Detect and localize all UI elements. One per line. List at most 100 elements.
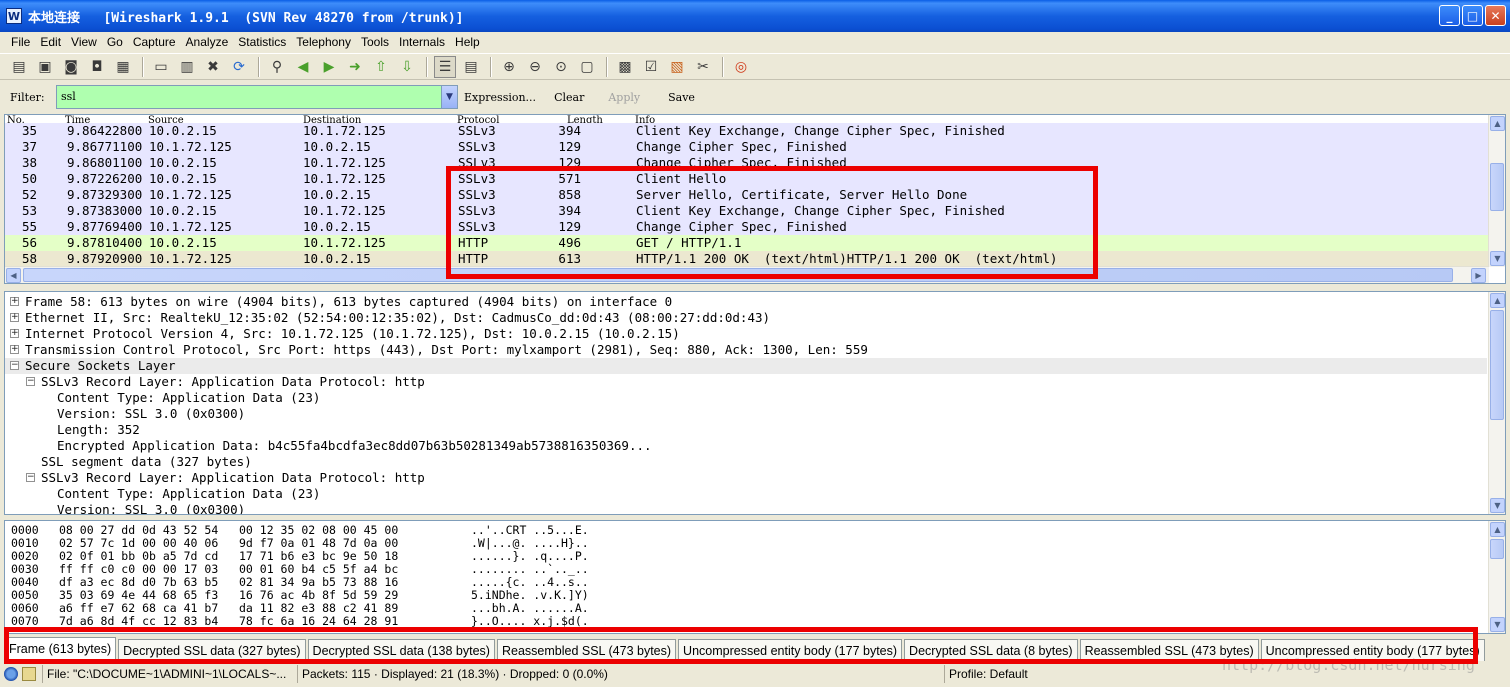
detail-row[interactable]: − SSLv3 Record Layer: Application Data Pr… (5, 374, 1487, 390)
resize-columns-icon[interactable]: ▢ (576, 56, 598, 78)
scroll-up-icon[interactable]: ▲ (1490, 116, 1505, 131)
menu-analyze[interactable]: Analyze (181, 35, 234, 49)
expand-icon[interactable]: + (10, 345, 19, 354)
tab-decrypted-ssl-138[interactable]: Decrypted SSL data (138 bytes) (307, 639, 495, 661)
find-packet-icon[interactable]: ⚲ (266, 56, 288, 78)
zoom-in-icon[interactable]: ⊕ (498, 56, 520, 78)
zoom-normal-icon[interactable]: ⊙ (550, 56, 572, 78)
apply-button[interactable]: Apply (608, 91, 640, 104)
filter-input[interactable]: ssl (56, 85, 442, 109)
menu-edit[interactable]: Edit (35, 35, 66, 49)
packet-row[interactable]: 56 9.87810400 10.0.2.15 10.1.72.125 HTTP 496 G… (5, 235, 1489, 251)
maximize-button[interactable]: □ (1462, 5, 1483, 26)
detail-row[interactable]: Encrypted Application Data: b4c55fa4bcdf… (5, 438, 1487, 454)
interfaces-icon[interactable]: ▤ (8, 56, 30, 78)
menu-telephony[interactable]: Telephony (291, 35, 356, 49)
expression-button[interactable]: Expression... (464, 91, 536, 104)
tab-uncompressed-entity-2[interactable]: Uncompressed entity body (177 bytes) (1260, 639, 1485, 661)
go-to-packet-icon[interactable]: ➜ (344, 56, 366, 78)
scroll-right-icon[interactable]: ▶ (1471, 268, 1486, 283)
tab-decrypted-ssl-327[interactable]: Decrypted SSL data (327 bytes) (118, 639, 306, 661)
close-file-icon[interactable]: ✖ (202, 56, 224, 78)
auto-scroll-icon[interactable]: ▤ (460, 56, 482, 78)
stop-capture-icon[interactable]: ◘ (86, 56, 108, 78)
detail-row[interactable]: + Ethernet II, Src: RealtekU_12:35:02 (52… (5, 310, 1487, 326)
tab-reassembled-ssl-1[interactable]: Reassembled SSL (473 bytes) (496, 639, 677, 661)
packet-row[interactable]: 35 9.86422800 10.0.2.15 10.1.72.125 SSLv3 394… (5, 123, 1489, 139)
zoom-out-icon[interactable]: ⊖ (524, 56, 546, 78)
capture-comment-icon[interactable] (22, 667, 36, 681)
packet-row[interactable]: 58 9.87920900 10.1.72.125 10.0.2.15 HTTP 613 H… (5, 251, 1489, 267)
packet-row[interactable]: 50 9.87226200 10.0.2.15 10.1.72.125 SSLv3 571… (5, 171, 1489, 187)
expand-icon[interactable]: + (10, 297, 19, 306)
save-filter-button[interactable]: Save (668, 91, 695, 104)
go-back-icon[interactable]: ◀ (292, 56, 314, 78)
tab-reassembled-ssl-2[interactable]: Reassembled SSL (473 bytes) (1079, 639, 1259, 661)
scroll-thumb[interactable] (1490, 310, 1504, 420)
collapse-icon[interactable]: − (10, 361, 19, 370)
reload-icon[interactable]: ⟳ (228, 56, 250, 78)
menu-statistics[interactable]: Statistics (233, 35, 291, 49)
save-file-icon[interactable]: ▥ (176, 56, 198, 78)
detail-row[interactable]: Length: 352 (5, 422, 1487, 438)
minimize-button[interactable]: _ (1439, 5, 1460, 26)
scroll-up-icon[interactable]: ▲ (1490, 293, 1505, 308)
menu-tools[interactable]: Tools (356, 35, 394, 49)
tab-decrypted-ssl-8[interactable]: Decrypted SSL data (8 bytes) (904, 639, 1078, 661)
scroll-down-icon[interactable]: ▼ (1490, 498, 1505, 513)
packet-list-vscroll[interactable]: ▲ ▼ (1488, 115, 1505, 267)
open-file-icon[interactable]: ▭ (150, 56, 172, 78)
menu-help[interactable]: Help (450, 35, 485, 49)
tab-frame[interactable]: Frame (613 bytes) (4, 637, 117, 661)
detail-row[interactable]: Version: SSL 3.0 (0x0300) (5, 502, 1487, 514)
detail-row[interactable]: Content Type: Application Data (23) (5, 486, 1487, 502)
menu-internals[interactable]: Internals (394, 35, 450, 49)
capture-filters-icon[interactable]: ▩ (614, 56, 636, 78)
menu-view[interactable]: View (66, 35, 102, 49)
colorize-icon[interactable]: ☰ (434, 55, 456, 78)
tab-uncompressed-entity-1[interactable]: Uncompressed entity body (177 bytes) (678, 639, 903, 661)
start-capture-icon[interactable]: ◙ (60, 56, 82, 78)
bytes-vscroll[interactable]: ▲ ▼ (1488, 521, 1505, 633)
restart-capture-icon[interactable]: ▦ (112, 56, 134, 78)
coloring-rules-icon[interactable]: ▧ (666, 56, 688, 78)
collapse-icon[interactable]: − (26, 377, 35, 386)
details-vscroll[interactable]: ▲ ▼ (1488, 292, 1505, 514)
clear-button[interactable]: Clear (554, 91, 584, 104)
menu-capture[interactable]: Capture (128, 35, 181, 49)
collapse-icon[interactable]: − (26, 473, 35, 482)
packet-row[interactable]: 52 9.87329300 10.1.72.125 10.0.2.15 SSLv3 858… (5, 187, 1489, 203)
status-profile[interactable]: Profile: Default (944, 665, 1244, 683)
detail-row[interactable]: + Frame 58: 613 bytes on wire (4904 bits)… (5, 294, 1487, 310)
detail-row[interactable]: − Secure Sockets Layer (5, 358, 1487, 374)
packet-row[interactable]: 55 9.87769400 10.1.72.125 10.0.2.15 SSLv3 129… (5, 219, 1489, 235)
scroll-thumb[interactable] (1490, 539, 1504, 559)
detail-row[interactable]: − SSLv3 Record Layer: Application Data Pr… (5, 470, 1487, 486)
expert-info-icon[interactable] (4, 667, 18, 681)
packet-list-hscroll[interactable]: ◀ ▶ (5, 266, 1489, 283)
help-icon[interactable]: ◎ (730, 56, 752, 78)
first-packet-icon[interactable]: ⇧ (370, 56, 392, 78)
expand-icon[interactable]: + (10, 313, 19, 322)
menu-go[interactable]: Go (102, 35, 128, 49)
scroll-up-icon[interactable]: ▲ (1490, 522, 1505, 537)
capture-options-icon[interactable]: ▣ (34, 56, 56, 78)
scroll-down-icon[interactable]: ▼ (1490, 251, 1505, 266)
scroll-thumb[interactable] (23, 268, 1453, 282)
packet-row[interactable]: 37 9.86771100 10.1.72.125 10.0.2.15 SSLv3 129… (5, 139, 1489, 155)
preferences-icon[interactable]: ✂ (692, 56, 714, 78)
detail-row[interactable]: Version: SSL 3.0 (0x0300) (5, 406, 1487, 422)
go-forward-icon[interactable]: ▶ (318, 56, 340, 78)
detail-row[interactable]: Content Type: Application Data (23) (5, 390, 1487, 406)
last-packet-icon[interactable]: ⇩ (396, 56, 418, 78)
scroll-left-icon[interactable]: ◀ (6, 268, 21, 283)
detail-row[interactable]: SSL segment data (327 bytes) (5, 454, 1487, 470)
menu-file[interactable]: File (6, 35, 35, 49)
display-filters-icon[interactable]: ☑ (640, 56, 662, 78)
detail-row[interactable]: + Internet Protocol Version 4, Src: 10.1.… (5, 326, 1487, 342)
scroll-thumb[interactable] (1490, 163, 1504, 211)
packet-row[interactable]: 38 9.86801100 10.0.2.15 10.1.72.125 SSLv3 129… (5, 155, 1489, 171)
detail-row[interactable]: + Transmission Control Protocol, Src Port… (5, 342, 1487, 358)
filter-dropdown-icon[interactable]: ▼ (442, 85, 458, 109)
scroll-down-icon[interactable]: ▼ (1490, 617, 1505, 632)
